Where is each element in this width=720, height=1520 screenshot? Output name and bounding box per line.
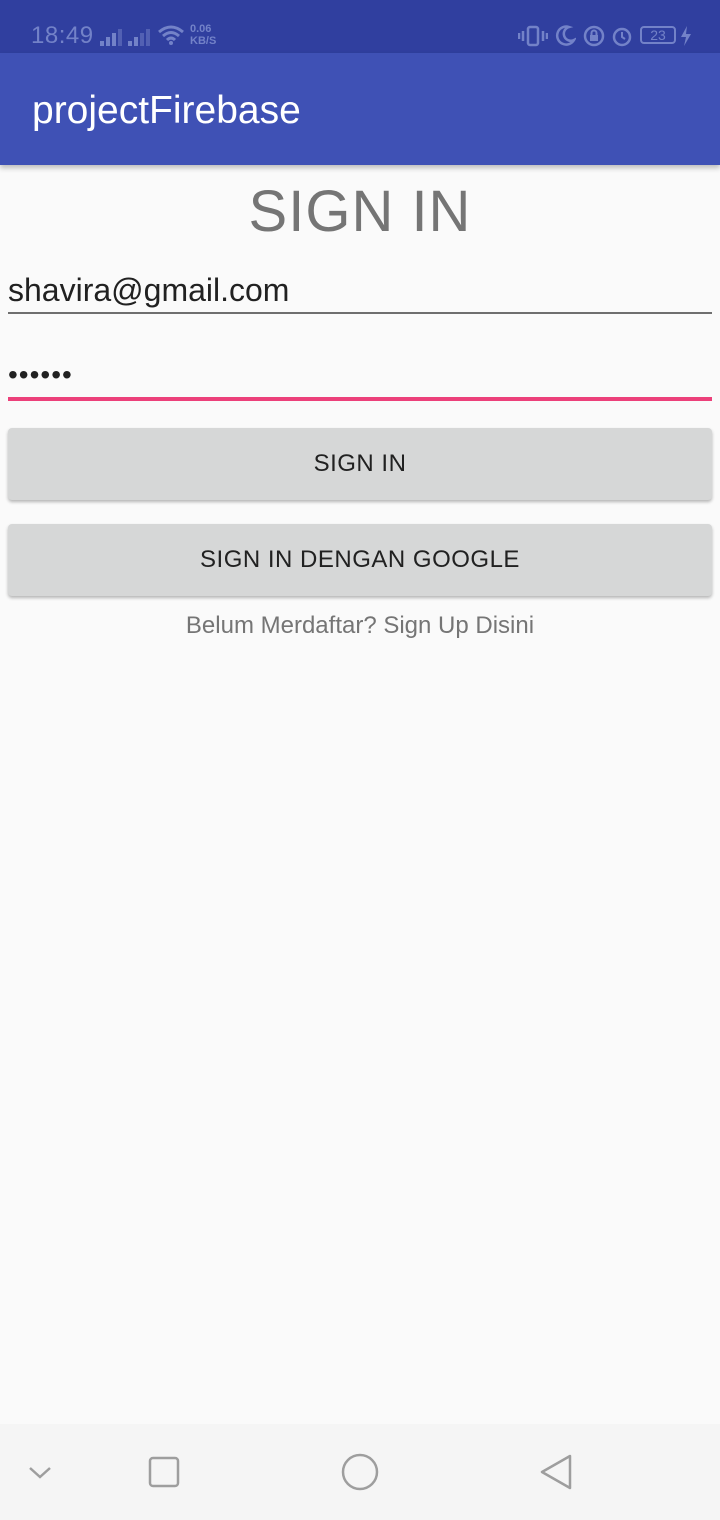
moon-icon [555,25,576,46]
vibrate-icon [518,25,548,47]
wifi-icon [158,25,184,45]
page-title: SIGN IN [248,179,472,244]
google-sign-in-button[interactable]: SIGN IN DENGAN GOOGLE [8,524,712,596]
navigation-bar [0,1424,720,1520]
status-time: 18:49 [31,22,94,49]
network-speed-unit: KB/S [190,35,217,47]
alarm-icon [612,27,632,47]
rotation-lock-icon [583,25,605,47]
status-bar: 18:49 0.06 KB/S 23 [0,0,720,53]
battery-level: 23 [650,27,666,43]
network-speed-value: 0.06 [190,23,212,35]
sign-in-button[interactable]: SIGN IN [8,428,712,500]
sign-up-link[interactable]: Belum Merdaftar? Sign Up Disini [0,612,720,640]
app-bar: projectFirebase [0,53,720,165]
password-field[interactable] [8,352,712,401]
signal-icon [100,28,126,46]
recents-icon[interactable] [142,1450,186,1494]
battery-icon: 23 [640,26,676,44]
home-icon[interactable] [338,1450,382,1494]
back-icon[interactable] [534,1450,578,1494]
email-field[interactable] [8,268,712,314]
signal-icon [128,28,154,46]
network-speed: 0.06 KB/S [190,23,216,47]
app-title: projectFirebase [32,89,301,132]
charging-icon [681,26,691,46]
screen: 18:49 0.06 KB/S 23 projectFirebase SIGN … [0,0,720,1520]
chevron-down-icon[interactable] [18,1450,62,1494]
